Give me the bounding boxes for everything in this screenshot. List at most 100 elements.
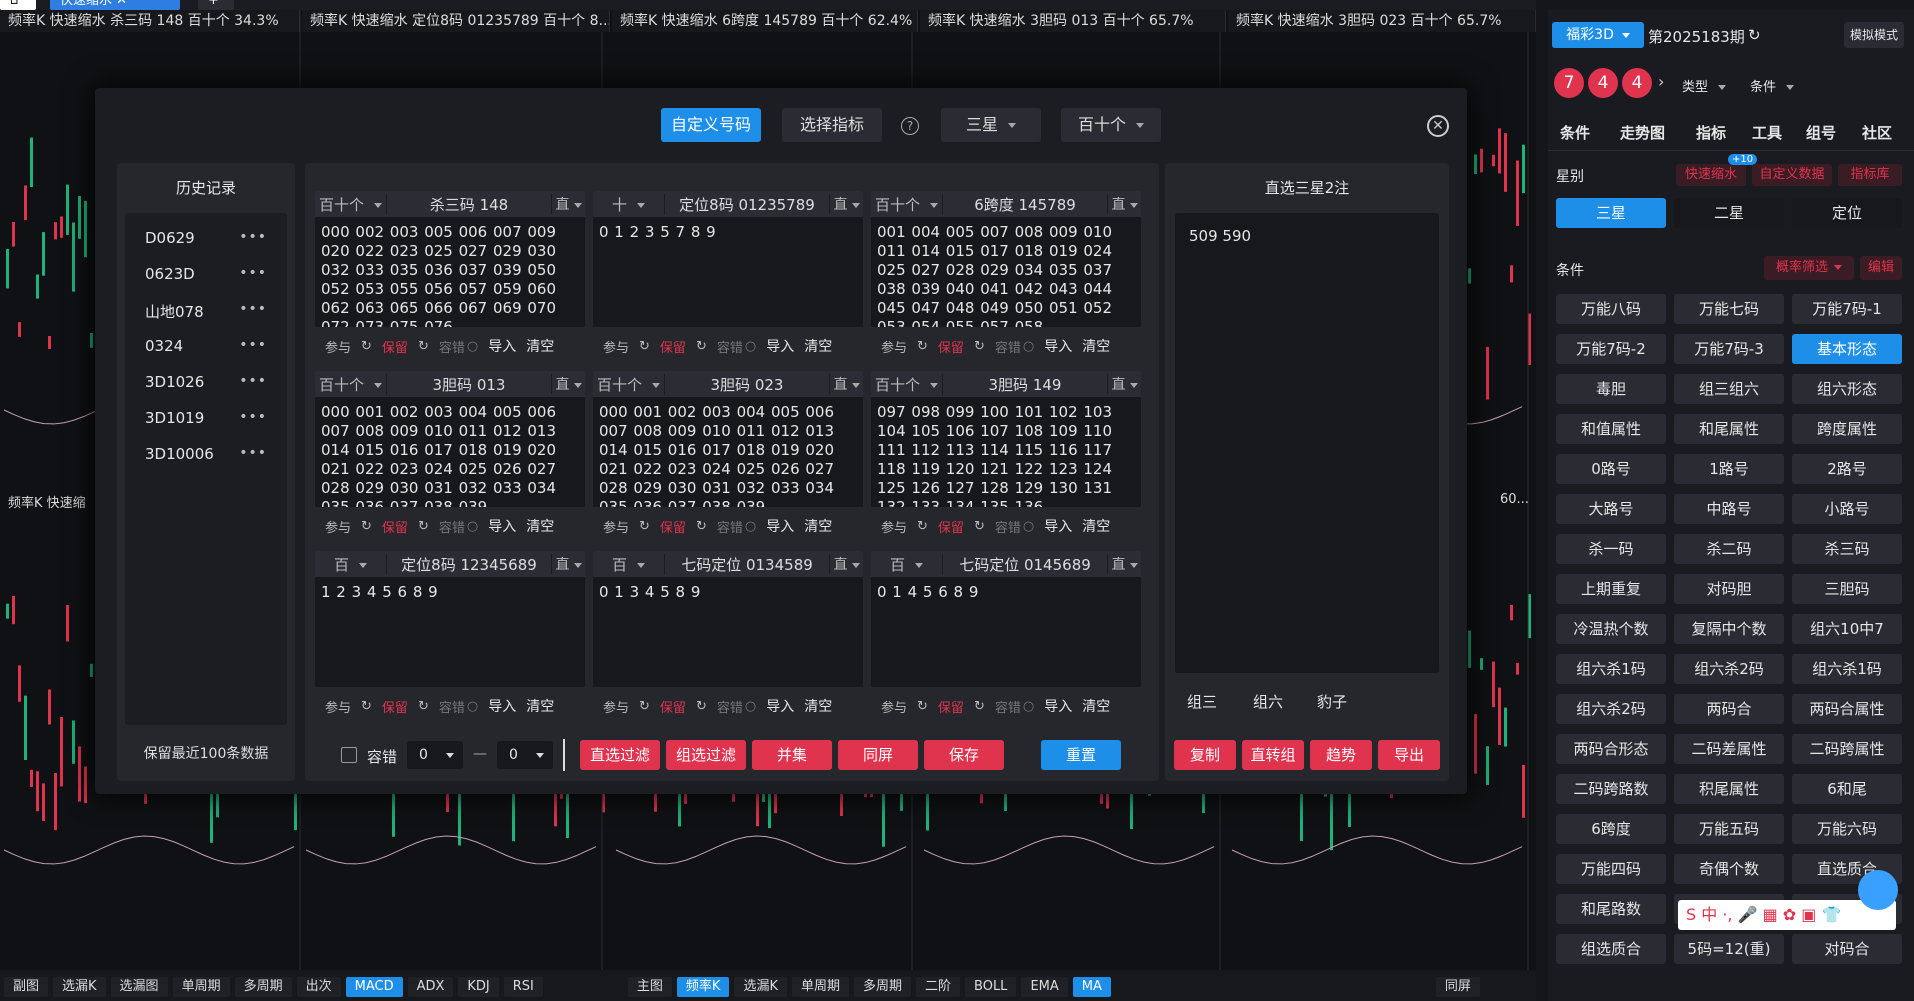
indicator-lib-tag[interactable]: 指标库	[1838, 164, 1902, 186]
type-select[interactable]: 类型	[1682, 76, 1727, 95]
card-numbers[interactable]: 000 002 003 005 006 007 009 020 022 023 …	[315, 217, 585, 327]
keep-toggle[interactable]: 保留	[938, 337, 964, 356]
condition-item[interactable]: 奇偶个数	[1674, 854, 1784, 884]
tab-active[interactable]: 快速缩水 ✕	[50, 0, 180, 10]
history-item[interactable]: 0324	[145, 337, 183, 355]
card-position-select[interactable]: 十	[593, 193, 665, 215]
condition-item[interactable]: 三胆码	[1792, 574, 1902, 604]
radio-icon[interactable]: ○	[1023, 519, 1034, 534]
bottom-btn-freqk[interactable]: 频率K	[676, 976, 730, 997]
bottom-btn[interactable]: RSI	[503, 976, 543, 997]
import-button[interactable]: 导入	[488, 696, 516, 716]
direct-filter-button[interactable]: 直选过滤	[580, 740, 660, 770]
assistant-icon[interactable]	[1858, 870, 1898, 910]
condition-item[interactable]: 杀一码	[1556, 534, 1666, 564]
condition-item[interactable]: 两码合	[1674, 694, 1784, 724]
keep-toggle[interactable]: 保留	[660, 697, 686, 716]
refresh-icon[interactable]: ↻	[418, 699, 429, 714]
star-select[interactable]: 三星	[941, 108, 1041, 142]
same-screen-dlg-button[interactable]: 同屏	[838, 740, 918, 770]
tolerance-toggle[interactable]: 容错	[995, 697, 1021, 716]
more-icon[interactable]: •••	[239, 301, 267, 317]
condition-item[interactable]: 组选质合	[1556, 934, 1666, 964]
import-button[interactable]: 导入	[766, 696, 794, 716]
star-tab-3[interactable]: 三星	[1556, 198, 1666, 228]
quick-shrink-tag[interactable]: 快速缩水	[1676, 164, 1746, 186]
bottom-btn[interactable]: 选漏K	[734, 976, 787, 997]
bottom-btn[interactable]: 单周期	[791, 976, 849, 997]
condition-item[interactable]: 对码合	[1792, 934, 1902, 964]
nav-group[interactable]: 组号	[1806, 122, 1836, 143]
chevron-right-icon[interactable]: ›	[1658, 72, 1664, 91]
bottom-btn[interactable]: 单周期	[172, 976, 230, 997]
card-position-select[interactable]: 百十个	[315, 193, 387, 215]
clear-button[interactable]: 清空	[804, 516, 832, 536]
card-position-select[interactable]: 百	[593, 553, 665, 575]
more-icon[interactable]: •••	[239, 229, 267, 245]
refresh-icon[interactable]: ↻	[639, 699, 650, 714]
star-tab-pos[interactable]: 定位	[1792, 198, 1902, 228]
condition-item[interactable]: 万能五码	[1674, 814, 1784, 844]
clear-button[interactable]: 清空	[804, 696, 832, 716]
more-icon[interactable]: •••	[239, 409, 267, 425]
condition-item[interactable]: 和值属性	[1556, 414, 1666, 444]
condition-item[interactable]: 万能7码-2	[1556, 334, 1666, 364]
sim-mode-button[interactable]: 模拟模式	[1844, 22, 1904, 48]
condition-item[interactable]: 中路号	[1674, 494, 1784, 524]
join-toggle[interactable]: 参与	[325, 337, 351, 356]
condition-item[interactable]: 大路号	[1556, 494, 1666, 524]
radio-icon[interactable]: ○	[467, 519, 478, 534]
history-item[interactable]: 0623D	[145, 265, 195, 283]
group-filter-button[interactable]: 组选过滤	[666, 740, 746, 770]
condition-item[interactable]: 组六杀2码	[1674, 654, 1784, 684]
card-mode-select[interactable]: 直	[551, 194, 585, 214]
bottom-btn[interactable]: ADX	[407, 976, 454, 997]
bottom-btn[interactable]: 二阶	[916, 976, 961, 997]
condition-item[interactable]: 万能7码-1	[1792, 294, 1902, 324]
home-icon[interactable]: ⌂	[0, 0, 36, 10]
condition-item[interactable]: 杀二码	[1674, 534, 1784, 564]
result-tab-group3[interactable]: 组三	[1187, 691, 1217, 712]
condition-item[interactable]: 万能八码	[1556, 294, 1666, 324]
condition-item[interactable]: 万能七码	[1674, 294, 1784, 324]
refresh-icon[interactable]: ↻	[974, 339, 985, 354]
condition-item[interactable]: 二码差属性	[1674, 734, 1784, 764]
card-position-select[interactable]: 百十个	[871, 373, 943, 395]
refresh-icon[interactable]: ↻	[696, 339, 707, 354]
card-mode-select[interactable]: 直	[551, 374, 585, 394]
card-mode-select[interactable]: 直	[829, 554, 863, 574]
refresh-icon[interactable]: ↻	[974, 519, 985, 534]
nav-indicator[interactable]: 指标	[1696, 122, 1726, 143]
select-indicator-tab[interactable]: 选择指标	[782, 108, 882, 142]
condition-item[interactable]: 6跨度	[1556, 814, 1666, 844]
condition-item[interactable]: 对码胆	[1674, 574, 1784, 604]
card-mode-select[interactable]: 直	[829, 374, 863, 394]
nav-condition[interactable]: 条件	[1560, 122, 1590, 143]
tolerance-toggle[interactable]: 容错	[717, 697, 743, 716]
card-mode-select[interactable]: 直	[1107, 194, 1141, 214]
trend-button[interactable]: 趋势	[1310, 740, 1372, 770]
clear-button[interactable]: 清空	[1082, 696, 1110, 716]
bottom-btn-macd[interactable]: MACD	[345, 976, 403, 997]
condition-item[interactable]: 万能7码-3	[1674, 334, 1784, 364]
refresh-icon[interactable]: ↻	[974, 699, 985, 714]
keep-toggle[interactable]: 保留	[382, 697, 408, 716]
condition-item[interactable]: 复隔中个数	[1674, 614, 1784, 644]
join-toggle[interactable]: 参与	[325, 517, 351, 536]
tolerance-toggle[interactable]: 容错	[439, 517, 465, 536]
star-tab-2[interactable]: 二星	[1674, 198, 1784, 228]
tolerance-toggle[interactable]: 容错	[439, 697, 465, 716]
import-button[interactable]: 导入	[1044, 336, 1072, 356]
prob-filter-select[interactable]: 概率筛选	[1764, 256, 1854, 280]
bottom-btn[interactable]: 多周期	[234, 976, 292, 997]
refresh-icon[interactable]: ↻	[696, 519, 707, 534]
card-position-select[interactable]: 百十个	[593, 373, 665, 395]
radio-icon[interactable]: ○	[745, 339, 756, 354]
keep-toggle[interactable]: 保留	[382, 517, 408, 536]
clear-button[interactable]: 清空	[526, 336, 554, 356]
nav-tools[interactable]: 工具	[1752, 122, 1782, 143]
close-icon[interactable]: ✕	[1427, 115, 1449, 137]
more-icon[interactable]: •••	[239, 373, 267, 389]
history-item[interactable]: 3D1026	[145, 373, 204, 391]
clear-button[interactable]: 清空	[526, 696, 554, 716]
